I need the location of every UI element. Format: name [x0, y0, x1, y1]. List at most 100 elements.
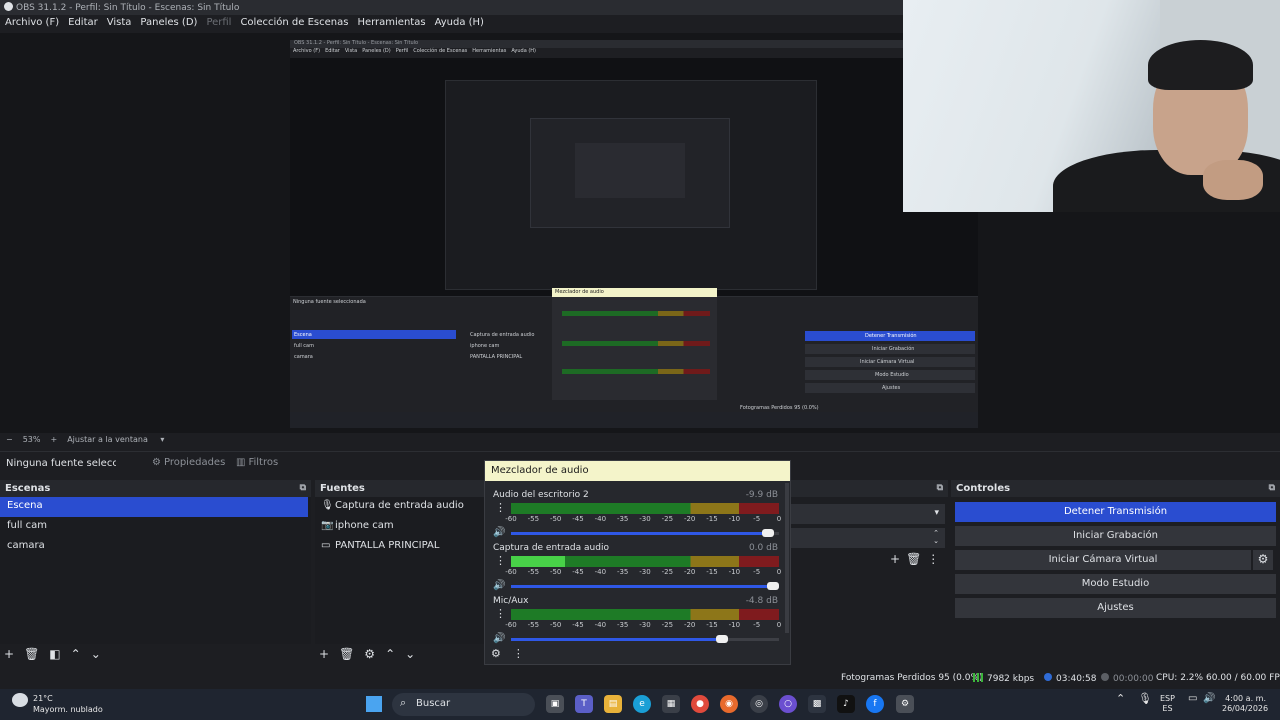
more-menu-icon[interactable]: ⋮: [513, 647, 524, 660]
zoom-in-button[interactable]: +: [50, 435, 57, 444]
trash-icon[interactable]: 🗑: [24, 647, 39, 661]
channel-db: -4.8 dB: [745, 596, 778, 606]
add-scene-icon[interactable]: +: [4, 647, 14, 661]
facebook-icon[interactable]: f: [866, 695, 884, 713]
chevron-up-icon[interactable]: ⌃: [1116, 693, 1125, 704]
channel-menu-icon[interactable]: ⋮: [495, 502, 506, 513]
advanced-audio-icon[interactable]: ⚙: [491, 647, 501, 660]
volume-slider[interactable]: [511, 582, 779, 590]
scenes-title: Escenas: [5, 483, 51, 494]
obs-icon[interactable]: ◎: [750, 695, 768, 713]
move-down-icon[interactable]: ⌄: [405, 647, 415, 661]
mixer-scrollbar[interactable]: [785, 483, 789, 633]
add-source-icon[interactable]: +: [319, 647, 329, 661]
trash-icon[interactable]: 🗑: [339, 647, 354, 661]
zoom-fit-label: Ajustar a la ventana: [67, 435, 148, 444]
stop-stream-button[interactable]: Detener Transmisión: [955, 502, 1276, 522]
scale-tick-label: -55: [527, 621, 540, 629]
settings-button[interactable]: Ajustes: [955, 598, 1276, 618]
zoom-out-button[interactable]: −: [6, 435, 13, 444]
source-item-audio-capture[interactable]: 🎙Captura de entrada audio: [315, 497, 485, 517]
menu-ayuda[interactable]: Ayuda (H): [435, 17, 484, 28]
move-up-icon[interactable]: ⌃: [71, 647, 81, 661]
sources-header: Fuentes: [315, 480, 485, 497]
more-menu-icon[interactable]: ⋮: [927, 552, 939, 566]
speaker-icon[interactable]: 🔊: [493, 527, 505, 538]
camera-icon: 📷: [321, 520, 334, 531]
menu-archivo[interactable]: Archivo (F): [5, 17, 59, 28]
app-icon[interactable]: ○: [779, 695, 797, 713]
nested-menu-item: Herramientas: [472, 48, 507, 54]
windows-start-icon[interactable]: [366, 696, 382, 712]
channel-menu-icon[interactable]: ⋮: [495, 555, 506, 566]
menu-editar[interactable]: Editar: [68, 17, 98, 28]
scene-filters-icon[interactable]: ◧: [49, 647, 60, 661]
gear-icon[interactable]: ⚙: [364, 647, 375, 661]
fps-indicator: 60.00 / 60.00 FPS: [1206, 673, 1280, 683]
store-icon[interactable]: ▦: [662, 695, 680, 713]
virtual-camera-settings-button[interactable]: ⚙: [1253, 550, 1273, 570]
volume-knob[interactable]: [767, 582, 779, 590]
source-item-pantalla-principal[interactable]: ▭ PANTALLA PRINCIPAL: [315, 537, 485, 557]
search-icon: ⌕: [400, 696, 407, 709]
file-explorer-icon[interactable]: ▤: [604, 695, 622, 713]
menu-coleccion-escenas[interactable]: Colección de Escenas: [240, 17, 348, 28]
sources-list: 🎙Captura de entrada audio 📷 iphone cam ▭ P…: [315, 497, 485, 644]
speaker-icon[interactable]: 🔊: [493, 580, 505, 591]
channel-scale: -60 -55 -50 -45 -40 -35 -30 -25 -20 -15 -10 -5 0: [505, 515, 781, 525]
properties-button[interactable]: ⚙ Propiedades: [148, 456, 229, 472]
task-view-icon[interactable]: ▣: [546, 695, 564, 713]
scale-tick-label: -5: [753, 568, 761, 576]
sources-toolbar: + 🗑 ⚙ ⌃ ⌄: [315, 644, 485, 666]
start-recording-button[interactable]: Iniciar Grabación: [955, 526, 1276, 546]
microphone-tray-icon[interactable]: 🎙: [1138, 693, 1152, 704]
scene-item-full-cam[interactable]: full cam: [0, 517, 311, 537]
chrome-icon[interactable]: ●: [691, 695, 709, 713]
teams-icon[interactable]: T: [575, 695, 593, 713]
transition-select[interactable]: ▾: [790, 504, 945, 524]
menu-herramientas[interactable]: Herramientas: [357, 17, 425, 28]
speaker-icon[interactable]: 🔊: [493, 633, 505, 644]
network-icon[interactable]: ▭: [1188, 694, 1197, 704]
move-up-icon[interactable]: ⌃: [385, 647, 395, 661]
volume-icon[interactable]: 🔊: [1203, 694, 1215, 704]
add-transition-icon[interactable]: +: [890, 552, 900, 566]
tiktok-icon[interactable]: ♪: [837, 695, 855, 713]
settings-app-icon[interactable]: ⚙: [896, 695, 914, 713]
cloud-icon: [12, 693, 28, 707]
volume-knob[interactable]: [715, 635, 728, 643]
scene-item-camara[interactable]: camara: [0, 537, 311, 557]
undock-icon[interactable]: ⧉: [937, 483, 943, 493]
volume-slider[interactable]: [511, 635, 779, 643]
weather-widget[interactable]: 21°C Mayorm. nublado: [12, 693, 103, 714]
edge-icon[interactable]: e: [633, 695, 651, 713]
volume-knob[interactable]: [761, 529, 774, 537]
scale-tick-label: -30: [639, 621, 651, 629]
move-down-icon[interactable]: ⌄: [91, 647, 101, 661]
webcam-overlay: [903, 0, 1280, 212]
firefox-icon[interactable]: ◉: [720, 695, 738, 713]
language-indicator[interactable]: ESP ES: [1160, 694, 1175, 714]
taskbar-search[interactable]: ⌕ Buscar: [392, 693, 535, 716]
scenes-list: Escena full cam camara: [0, 497, 311, 644]
filters-button[interactable]: ▥ Filtros: [232, 456, 282, 472]
person-hand-shape: [1203, 160, 1263, 200]
channel-scale: -60 -55 -50 -45 -40 -35 -30 -25 -20 -15 -10 -5 0: [505, 568, 781, 578]
studio-mode-button[interactable]: Modo Estudio: [955, 574, 1276, 594]
menu-vista[interactable]: Vista: [107, 17, 132, 28]
transition-duration[interactable]: ⌃ ⌄: [790, 528, 945, 548]
scene-item-escena[interactable]: Escena: [0, 497, 308, 517]
app-icon[interactable]: ▩: [808, 695, 826, 713]
undock-icon[interactable]: ⧉: [1269, 483, 1275, 493]
channel-menu-icon[interactable]: ⋮: [495, 608, 506, 619]
mixer-header[interactable]: Mezclador de audio: [485, 461, 790, 481]
scale-tick-label: -55: [527, 515, 540, 523]
zoom-fit-dropdown[interactable]: Ajustar a la ventana ▾: [67, 435, 174, 444]
source-item-iphone-cam[interactable]: 📷 iphone cam: [315, 517, 485, 537]
menu-paneles[interactable]: Paneles (D): [140, 17, 197, 28]
start-virtual-camera-button[interactable]: Iniciar Cámara Virtual: [955, 550, 1251, 570]
trash-icon[interactable]: 🗑: [906, 552, 921, 566]
clock[interactable]: 4:00 a. m. 26/04/2026: [1222, 694, 1268, 714]
volume-slider[interactable]: [511, 529, 779, 537]
undock-icon[interactable]: ⧉: [300, 483, 306, 493]
